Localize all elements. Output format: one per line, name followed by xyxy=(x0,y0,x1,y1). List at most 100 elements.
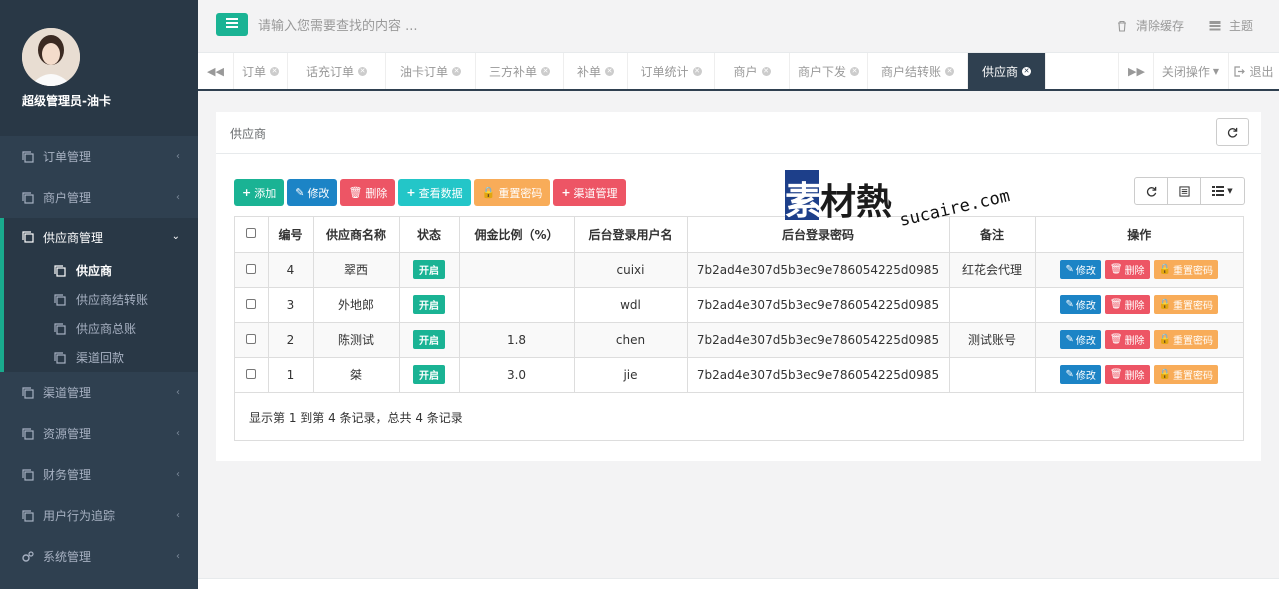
toggle-view-button[interactable] xyxy=(1168,177,1201,205)
theme-label: 主题 xyxy=(1229,19,1254,33)
trash-icon: 🗑 xyxy=(1109,299,1123,310)
column-header[interactable]: 供应商名称 xyxy=(313,217,400,253)
sidebar-item-before-0[interactable]: 订单管理 ‹ xyxy=(0,136,198,177)
sidebar-item-after-3[interactable]: 用户行为追踪 ‹ xyxy=(0,495,198,536)
forward-icon: ▶▶ xyxy=(1128,64,1145,78)
table-refresh-button[interactable] xyxy=(1134,177,1168,205)
close-tab-icon[interactable]: ✕ xyxy=(692,66,702,76)
sidebar-subitem[interactable]: 渠道回款 xyxy=(4,343,198,372)
name-cell: 陈测试 xyxy=(313,322,400,358)
clear-cache-button[interactable]: 清除缓存 xyxy=(1116,17,1184,34)
panel-refresh-button[interactable] xyxy=(1216,118,1249,146)
bars-icon xyxy=(226,18,238,28)
table-row[interactable]: 4 翠西 开启 cuixi 7b2ad4e307d5b3ec9e786054225d09… xyxy=(235,252,1243,288)
tab-item[interactable]: 商户 ✕ xyxy=(715,53,790,89)
logout-button[interactable]: 退出 xyxy=(1228,53,1279,89)
row-checkbox[interactable] xyxy=(246,263,257,274)
lock-icon: 🔒 xyxy=(481,186,496,199)
column-header[interactable]: 编号 xyxy=(268,217,314,253)
row-reset-password-button[interactable]: 🔒 重置密码 xyxy=(1153,365,1219,384)
pencil-icon: ✎ xyxy=(1065,264,1074,275)
close-operations-dropdown[interactable]: 关闭操作 ▼ xyxy=(1153,53,1227,89)
search-input[interactable] xyxy=(258,14,658,38)
close-tab-icon[interactable]: ✕ xyxy=(850,66,859,76)
status-cell: 开启 xyxy=(399,287,460,323)
channel-management-button[interactable]: + 渠道管理 xyxy=(553,179,626,206)
select-all-checkbox[interactable] xyxy=(246,228,257,239)
table-row[interactable]: 1 桀开启 3.0 jie 7b2ad4e307d5b3ec9e786054225d09… xyxy=(235,357,1243,393)
reset-password-button[interactable]: 🔒 重置密码 xyxy=(473,179,551,206)
close-tab-icon[interactable]: ✕ xyxy=(605,66,614,76)
sidebar-item-after-2[interactable]: 财务管理 ‹ xyxy=(0,454,198,495)
tab-item[interactable]: 补单 ✕ xyxy=(564,53,628,89)
row-edit-button[interactable]: ✎ 修改 xyxy=(1060,295,1101,314)
sidebar-item-after-1[interactable]: 资源管理 ‹ xyxy=(0,413,198,454)
close-tab-icon[interactable]: ✕ xyxy=(270,66,279,76)
profile-name[interactable]: 超级管理员-油卡 xyxy=(22,92,111,109)
sidebar-item-before-1[interactable]: 商户管理 ‹ xyxy=(0,177,198,218)
row-edit-button[interactable]: ✎ 修改 xyxy=(1060,260,1101,279)
delete-button[interactable]: 🗑 删除 xyxy=(340,179,396,206)
edit-button[interactable]: ✎ 修改 xyxy=(287,179,338,206)
sidebar-subitem[interactable]: 供应商结转账 xyxy=(4,285,198,314)
close-tab-icon[interactable]: ✕ xyxy=(945,66,954,76)
table-header-row: 编号 供应商名称 状态 佣金比例（%） 后台登录用户名 后台登录密码 备注 操作 xyxy=(235,217,1243,253)
row-delete-button[interactable]: 🗑 删除 xyxy=(1104,295,1150,314)
column-header[interactable]: 后台登录密码 xyxy=(687,217,950,253)
tab-item[interactable]: 订单统计 ✕ xyxy=(628,53,715,89)
view-data-button[interactable]: + 查看数据 xyxy=(398,179,471,206)
copy-icon xyxy=(22,386,34,399)
avatar[interactable] xyxy=(22,28,80,86)
close-tab-icon[interactable]: ✕ xyxy=(452,66,461,76)
sidebar-item-supplier-management[interactable]: 供应商管理 ⌄ xyxy=(4,218,198,256)
tab-item[interactable]: 订单 ✕ xyxy=(234,53,288,89)
row-checkbox[interactable] xyxy=(246,368,257,379)
close-tab-icon[interactable]: ✕ xyxy=(1022,66,1031,76)
theme-button[interactable]: 主题 xyxy=(1209,17,1253,34)
columns-dropdown-button[interactable]: ▼ xyxy=(1201,177,1245,205)
table-row[interactable]: 2 陈测试 开启 1.8 chen 7b2ad4e307d5b3ec9e786054225… xyxy=(235,322,1243,358)
tab-item[interactable]: 话充订单 ✕ xyxy=(288,53,386,89)
tabs-scroll-right-button[interactable]: ▶▶ xyxy=(1118,53,1154,89)
add-button[interactable]: + 添加 xyxy=(234,179,285,206)
row-reset-password-button[interactable]: 🔒 重置密码 xyxy=(1153,260,1219,279)
close-tab-icon[interactable]: ✕ xyxy=(541,66,550,76)
row-edit-button[interactable]: ✎ 修改 xyxy=(1060,365,1101,384)
tab-item[interactable]: 三方补单 ✕ xyxy=(476,53,564,89)
tabs-scroll-left-button[interactable]: ◀◀ xyxy=(198,53,234,89)
sidebar-item-label: 渠道管理 xyxy=(43,386,92,400)
sidebar-subitem[interactable]: 供应商 xyxy=(4,256,198,285)
username-cell: cuixi xyxy=(574,252,688,288)
row-checkbox[interactable] xyxy=(246,298,257,309)
tab-item[interactable]: 商户下发 ✕ xyxy=(790,53,868,89)
tab-label: 三方补单 xyxy=(488,64,537,79)
row-reset-password-button[interactable]: 🔒 重置密码 xyxy=(1153,295,1219,314)
close-tab-icon[interactable]: ✕ xyxy=(358,66,367,76)
sidebar-item-after-4[interactable]: 系统管理 ‹ xyxy=(0,536,198,577)
sidebar-item-after-0[interactable]: 渠道管理 ‹ xyxy=(0,372,198,413)
row-edit-button[interactable]: ✎ 修改 xyxy=(1060,330,1101,349)
column-header[interactable]: 备注 xyxy=(949,217,1036,253)
chevron-left-icon: ‹ xyxy=(176,551,180,562)
sidebar-subitem[interactable]: 供应商总账 xyxy=(4,314,198,343)
table-row[interactable]: 3 外地郎 开启 wdl 7b2ad4e307d5b3ec9e786054225d098… xyxy=(235,287,1243,323)
column-header[interactable]: 佣金比例（%） xyxy=(459,217,575,253)
column-header[interactable]: 状态 xyxy=(399,217,460,253)
menu-toggle-button[interactable] xyxy=(216,13,248,36)
row-reset-label: 重置密码 xyxy=(1173,336,1214,347)
tab-item[interactable]: 油卡订单 ✕ xyxy=(386,53,476,89)
row-delete-button[interactable]: 🗑 删除 xyxy=(1104,330,1150,349)
column-header[interactable]: 后台登录用户名 xyxy=(574,217,688,253)
row-reset-password-button[interactable]: 🔒 重置密码 xyxy=(1153,330,1219,349)
column-header: 操作 xyxy=(1035,217,1243,253)
row-delete-button[interactable]: 🗑 删除 xyxy=(1104,260,1150,279)
username-cell: chen xyxy=(574,322,688,358)
close-tab-icon[interactable]: ✕ xyxy=(761,66,771,76)
row-delete-button[interactable]: 🗑 删除 xyxy=(1104,365,1150,384)
tab-item[interactable]: 供应商 ✕ xyxy=(968,53,1046,89)
profile: 超级管理员-油卡 xyxy=(0,0,198,136)
tab-item[interactable]: 商户结转账 ✕ xyxy=(868,53,968,89)
password-cell: 7b2ad4e307d5b3ec9e786054225d0985 xyxy=(687,322,950,358)
row-checkbox[interactable] xyxy=(246,333,257,344)
chevron-left-icon: ‹ xyxy=(176,387,180,398)
